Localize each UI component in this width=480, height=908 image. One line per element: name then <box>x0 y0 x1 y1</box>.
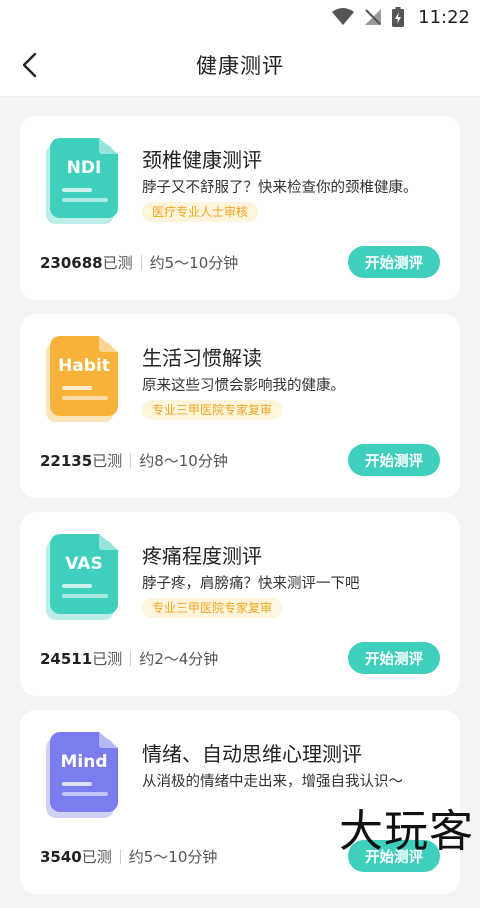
no-signal-icon <box>365 9 382 25</box>
tested-suffix: 已测 <box>81 848 112 866</box>
duration: 约8～10分钟 <box>139 452 228 470</box>
page-title: 健康测评 <box>196 54 284 78</box>
icon-label: VAS <box>65 554 103 574</box>
assessment-card-vas[interactable]: VAS 疼痛程度测评 脖子疼，肩膀痛？快来测评一下吧 专业三甲医院专家复审 24… <box>20 512 460 696</box>
status-time: 11:22 <box>418 6 470 28</box>
icon-label: Mind <box>60 752 108 772</box>
duration: 约5～10分钟 <box>149 254 239 272</box>
card-footer: 3540 已测 约5～10分钟 <box>40 846 217 867</box>
icon-label: NDI <box>66 158 102 178</box>
tested-suffix: 已测 <box>92 650 123 668</box>
card-title: 颈椎健康测评 <box>142 148 262 172</box>
duration: 约2～4分钟 <box>139 650 219 668</box>
tested-suffix: 已测 <box>92 452 123 470</box>
document-icon: VAS <box>46 534 122 620</box>
review-badge: 专业三甲医院专家复审 <box>142 598 283 618</box>
tested-count: 3540 <box>40 847 82 866</box>
document-icon: Habit <box>46 336 122 422</box>
divider <box>140 255 142 270</box>
start-assessment-button[interactable]: 开始测评 <box>348 444 440 476</box>
divider <box>130 651 132 666</box>
nav-bar: 健康测评 <box>0 34 480 97</box>
watermark-logo: 大玩客 <box>339 806 474 857</box>
card-description: 原来这些习惯会影响我的健康。 <box>142 378 345 394</box>
tested-suffix: 已测 <box>102 254 133 272</box>
card-description: 脖子疼，肩膀痛？快来测评一下吧 <box>142 576 360 592</box>
start-assessment-button[interactable]: 开始测评 <box>348 642 440 674</box>
card-description: 脖子又不舒服了？快来检查你的颈椎健康。 <box>142 180 418 196</box>
review-badge: 医疗专业人士审核 <box>142 202 259 222</box>
back-button[interactable] <box>14 49 46 81</box>
card-title: 疼痛程度测评 <box>142 544 262 568</box>
document-icon: NDI <box>46 138 122 224</box>
start-assessment-button[interactable]: 开始测评 <box>348 246 440 278</box>
review-badge: 专业三甲医院专家复审 <box>142 400 283 420</box>
icon-label: Habit <box>58 356 110 376</box>
card-footer: 230688 已测 约5～10分钟 <box>40 252 238 273</box>
card-description: 从消极的情绪中走出来，增强自我认识～ <box>142 774 403 790</box>
card-footer: 24511 已测 约2～4分钟 <box>40 648 218 669</box>
card-title: 生活习惯解读 <box>142 346 262 370</box>
assessment-list: NDI 颈椎健康测评 脖子又不舒服了？快来检查你的颈椎健康。 医疗专业人士审核 … <box>20 116 460 908</box>
assessment-card-ndi[interactable]: NDI 颈椎健康测评 脖子又不舒服了？快来检查你的颈椎健康。 医疗专业人士审核 … <box>20 116 460 300</box>
duration: 约5～10分钟 <box>128 848 218 866</box>
tested-count: 230688 <box>40 253 103 272</box>
document-icon: Mind <box>46 732 122 818</box>
status-bar: 11:22 <box>0 0 480 34</box>
battery-icon <box>392 7 405 27</box>
tested-count: 24511 <box>40 649 93 668</box>
card-title: 情绪、自动思维心理测评 <box>142 742 362 766</box>
divider <box>119 849 121 864</box>
card-footer: 22135 已测 约8～10分钟 <box>40 450 228 471</box>
wifi-icon <box>332 8 355 25</box>
divider <box>130 453 132 468</box>
tested-count: 22135 <box>40 451 93 470</box>
assessment-card-habit[interactable]: Habit 生活习惯解读 原来这些习惯会影响我的健康。 专业三甲医院专家复审 2… <box>20 314 460 498</box>
chevron-left-icon <box>22 52 37 78</box>
